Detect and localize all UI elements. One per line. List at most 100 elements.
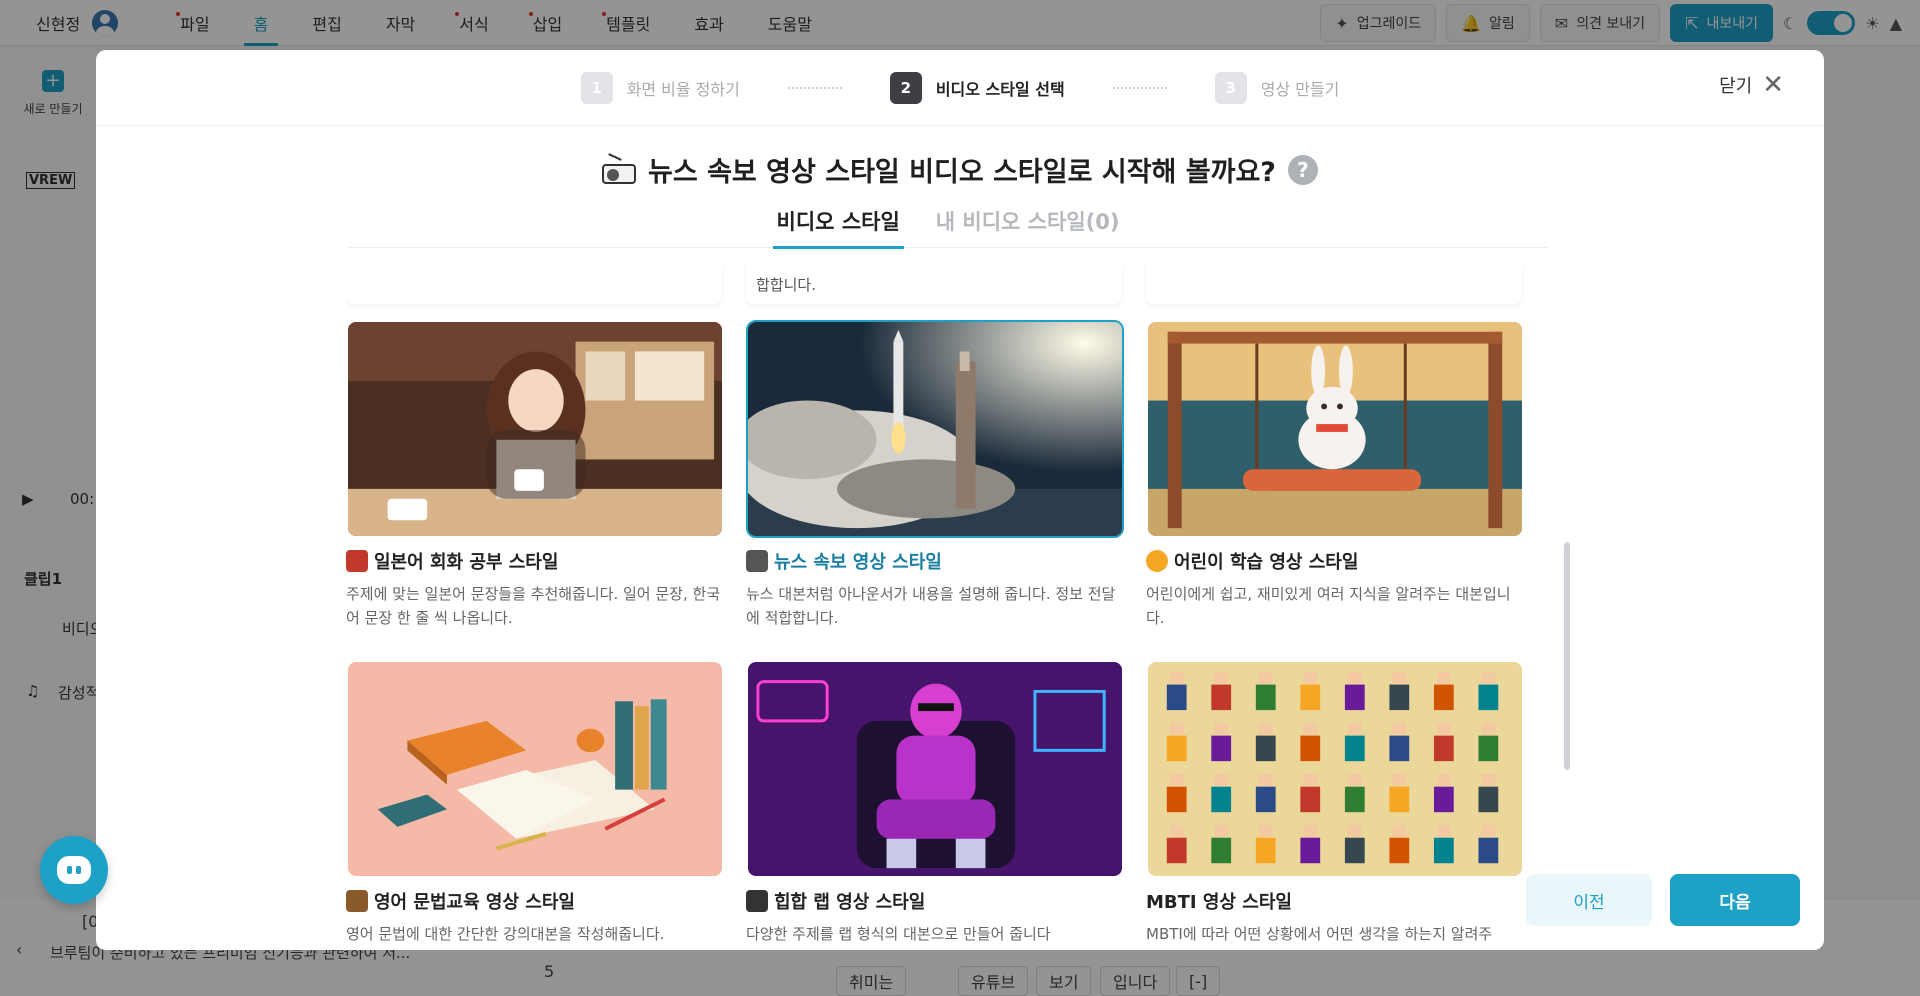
pixel-character-body bbox=[1344, 735, 1365, 762]
step-1[interactable]: 1 화면 비율 정하기 bbox=[580, 71, 740, 104]
thumbnail-bunny-swing bbox=[1146, 320, 1524, 538]
pixel-character-body bbox=[1389, 684, 1410, 711]
pixel-character-head bbox=[1303, 722, 1318, 735]
tab-video-style[interactable]: 비디오 스타일 bbox=[772, 206, 905, 249]
help-icon[interactable]: ? bbox=[1287, 154, 1318, 185]
style-card-hiphop[interactable]: 힙합 랩 영상 스타일 다양한 주제를 랩 형식의 대본으로 만들어 줍니다 bbox=[746, 660, 1124, 946]
pixel-character-body bbox=[1478, 735, 1499, 762]
style-tabs: 비디오 스타일 내 비디오 스타일(0) bbox=[348, 206, 1548, 249]
pixel-character-head bbox=[1392, 773, 1407, 786]
pixel-character-head bbox=[1436, 671, 1451, 684]
tab-my-video-style[interactable]: 내 비디오 스타일(0) bbox=[932, 206, 1124, 248]
pixel-character-head bbox=[1481, 671, 1496, 684]
pixel-character-body bbox=[1389, 735, 1410, 762]
pixel-character-body bbox=[1300, 735, 1321, 762]
pixel-character-body bbox=[1211, 786, 1232, 813]
pixel-character-head bbox=[1303, 824, 1318, 837]
prev-button[interactable]: 이전 bbox=[1526, 874, 1652, 926]
pixel-character-body bbox=[1478, 837, 1499, 864]
pixel-character-head bbox=[1214, 824, 1229, 837]
card-description: 주제에 맞는 일본어 문장들을 추천해줍니다. 일어 문장, 한국어 문장 한 … bbox=[346, 585, 721, 627]
pixel-character-head bbox=[1392, 722, 1407, 735]
step-number: 3 bbox=[1214, 71, 1247, 104]
modal-title-text: 뉴스 속보 영상 스타일 비디오 스타일로 시작해 볼까요? bbox=[648, 157, 1276, 188]
pixel-character-body bbox=[1433, 735, 1454, 762]
pixel-character-body bbox=[1255, 786, 1276, 813]
card-title: 힙합 랩 영상 스타일 bbox=[746, 888, 1124, 914]
video-style-modal: 1 화면 비율 정하기 2 비디오 스타일 선택 3 영상 만들기 닫기 ✕ 뉴… bbox=[96, 50, 1824, 950]
pixel-character-body bbox=[1211, 684, 1232, 711]
pixel-character-body bbox=[1389, 837, 1410, 864]
style-card-partial[interactable] bbox=[1146, 260, 1522, 304]
pixel-character-head bbox=[1258, 773, 1273, 786]
style-card-news[interactable]: 뉴스 속보 영상 스타일 뉴스 대본처럼 아나운서가 내용을 설명해 줍니다. … bbox=[746, 320, 1124, 630]
pixel-character-head bbox=[1169, 824, 1184, 837]
style-card-english[interactable]: 영어 문법교육 영상 스타일 영어 문법에 대한 간단한 강의대본을 작성해줍니… bbox=[346, 660, 724, 946]
pixel-character-head bbox=[1303, 671, 1318, 684]
pixel-character-body bbox=[1166, 684, 1187, 711]
thumbnail-cafe-anime bbox=[346, 320, 724, 538]
pixel-character-head bbox=[1303, 773, 1318, 786]
step-number: 1 bbox=[580, 71, 613, 104]
pixel-character-body bbox=[1166, 786, 1187, 813]
step-label: 비디오 스타일 선택 bbox=[935, 79, 1065, 99]
card-description: 영어 문법에 대한 간단한 강의대본을 작성해줍니다. bbox=[346, 925, 665, 943]
pixel-character-head bbox=[1347, 671, 1362, 684]
thumbnail-pixel-characters bbox=[1146, 660, 1524, 878]
step-separator bbox=[1112, 86, 1167, 89]
step-indicator: 1 화면 비율 정하기 2 비디오 스타일 선택 3 영상 만들기 bbox=[96, 50, 1824, 126]
microphone-icon bbox=[746, 890, 768, 912]
pixel-character-body bbox=[1255, 735, 1276, 762]
step-label: 화면 비율 정하기 bbox=[626, 79, 740, 99]
pixel-character-head bbox=[1169, 671, 1184, 684]
pixel-character-body bbox=[1433, 837, 1454, 864]
modal-title: 뉴스 속보 영상 스타일 비디오 스타일로 시작해 볼까요? ? bbox=[96, 150, 1824, 189]
pixel-character-head bbox=[1214, 773, 1229, 786]
child-face-icon bbox=[1146, 550, 1168, 572]
card-title: 영어 문법교육 영상 스타일 bbox=[346, 888, 724, 914]
step-number: 2 bbox=[889, 71, 922, 104]
scroll-icon bbox=[346, 890, 368, 912]
pixel-character-head bbox=[1436, 722, 1451, 735]
radio-icon bbox=[602, 152, 637, 184]
pixel-character-head bbox=[1169, 722, 1184, 735]
pixel-character-body bbox=[1255, 837, 1276, 864]
style-card-partial[interactable] bbox=[346, 260, 722, 304]
pixel-character-body bbox=[1300, 837, 1321, 864]
chat-support-button[interactable] bbox=[40, 836, 108, 904]
style-card-kids[interactable]: 어린이 학습 영상 스타일 어린이에게 쉽고, 재미있게 여러 지식을 알려주는… bbox=[1146, 320, 1524, 630]
pixel-character-head bbox=[1347, 824, 1362, 837]
pixel-character-head bbox=[1258, 824, 1273, 837]
pixel-character-body bbox=[1211, 837, 1232, 864]
card-title: 뉴스 속보 영상 스타일 bbox=[746, 548, 1124, 574]
radio-icon bbox=[746, 550, 768, 572]
scrollbar[interactable] bbox=[1564, 542, 1570, 770]
card-title: 일본어 회화 공부 스타일 bbox=[346, 548, 724, 574]
thumbnail-rocket-launch bbox=[746, 320, 1124, 538]
pixel-character-head bbox=[1392, 824, 1407, 837]
style-card-mbti[interactable]: MBTI 영상 스타일 MBTI에 따라 어떤 상황에서 어떤 생각을 하는지 … bbox=[1146, 660, 1524, 946]
pixel-character-head bbox=[1258, 722, 1273, 735]
chat-icon bbox=[57, 856, 91, 884]
step-separator bbox=[787, 86, 842, 89]
step-2[interactable]: 2 비디오 스타일 선택 bbox=[889, 71, 1065, 104]
style-card-japanese[interactable]: 일본어 회화 공부 스타일 주제에 맞는 일본어 문장들을 추천해줍니다. 일어… bbox=[346, 320, 724, 630]
pixel-character-body bbox=[1300, 684, 1321, 711]
pixel-character-head bbox=[1436, 773, 1451, 786]
pixel-character-body bbox=[1478, 786, 1499, 813]
pixel-character-body bbox=[1166, 735, 1187, 762]
pixel-character-head bbox=[1214, 671, 1229, 684]
pixel-character-body bbox=[1300, 786, 1321, 813]
close-button[interactable]: 닫기 ✕ bbox=[1719, 72, 1784, 98]
card-description: MBTI에 따라 어떤 상황에서 어떤 생각을 하는지 알려주 bbox=[1146, 925, 1493, 943]
step-3[interactable]: 3 영상 만들기 bbox=[1214, 71, 1340, 104]
next-button[interactable]: 다음 bbox=[1670, 874, 1800, 926]
style-card-partial[interactable]: 합합니다. bbox=[746, 260, 1122, 304]
close-icon: ✕ bbox=[1762, 70, 1784, 100]
thumbnail-books bbox=[346, 660, 724, 878]
modal-navigation: 이전 다음 bbox=[1526, 874, 1800, 926]
step-label: 영상 만들기 bbox=[1260, 79, 1340, 99]
pixel-character-body bbox=[1211, 735, 1232, 762]
pixel-character-head bbox=[1481, 824, 1496, 837]
pixel-character-head bbox=[1481, 773, 1496, 786]
